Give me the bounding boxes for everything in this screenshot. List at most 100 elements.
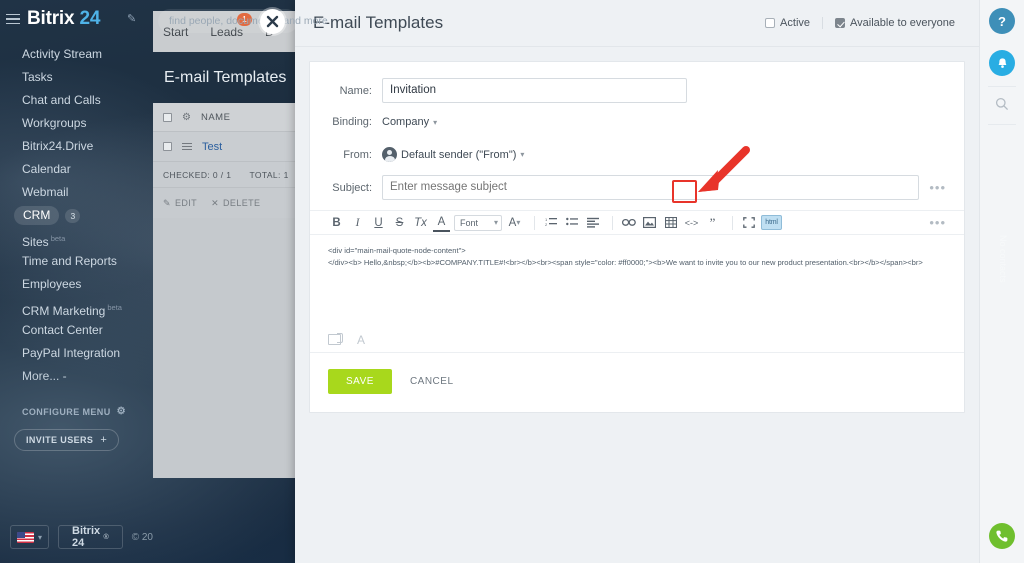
- text-color-button[interactable]: A: [433, 213, 450, 232]
- close-icon: [266, 15, 279, 28]
- divider: [612, 215, 613, 230]
- sidebar-item-label: CRM: [14, 206, 60, 225]
- unordered-list-icon[interactable]: [563, 213, 580, 232]
- link-icon[interactable]: [620, 213, 637, 232]
- language-selector[interactable]: ▾: [10, 525, 50, 549]
- form-buttons: SAVE CANCEL: [310, 353, 964, 394]
- sidebar-item-sites[interactable]: Sites beta: [0, 227, 153, 250]
- clear-format-button[interactable]: Tx: [412, 213, 429, 232]
- italic-button[interactable]: I: [349, 213, 366, 232]
- align-icon[interactable]: [584, 213, 601, 232]
- header-options: Active Available to everyone: [753, 17, 967, 29]
- row-checkbox[interactable]: [163, 142, 172, 151]
- sidebar-item-time-and-reports[interactable]: Time and Reports: [0, 250, 153, 273]
- grid-actions: ✎ EDIT ✕ DELETE: [153, 188, 303, 218]
- fullscreen-icon[interactable]: [740, 213, 757, 232]
- bold-button[interactable]: B: [328, 213, 345, 232]
- checkbox-box: [765, 18, 776, 28]
- name-input[interactable]: [382, 78, 687, 103]
- sidebar-item-label: PayPal Integration: [22, 346, 121, 360]
- font-family-label: Font: [460, 217, 479, 228]
- sidebar-item-label: Calendar: [22, 162, 71, 176]
- checkbox-box: [835, 18, 846, 28]
- toolbar-more-button[interactable]: •••: [929, 215, 946, 230]
- font-format-icon[interactable]: A: [357, 333, 365, 347]
- call-button[interactable]: [989, 523, 1015, 549]
- bitrix24-footer-button[interactable]: Bitrix 24 ®: [58, 525, 123, 549]
- sidebar-item-label: CRM Marketing: [22, 304, 106, 318]
- brand-row: Bitrix 24 ✎: [0, 0, 153, 38]
- font-family-select[interactable]: Font ▾: [454, 214, 502, 231]
- bell-icon: [989, 50, 1015, 76]
- row-name-link[interactable]: Test: [202, 141, 222, 153]
- sidebar-item-crm-marketing[interactable]: CRM Marketing beta: [0, 296, 153, 319]
- invite-users-button[interactable]: INVITE USERS +: [14, 429, 120, 451]
- sidebar-item-bitrix24-drive[interactable]: Bitrix24.Drive: [0, 135, 153, 158]
- help-icon: ?: [989, 8, 1015, 34]
- drag-handle-icon[interactable]: [182, 143, 192, 150]
- brand-name: Bitrix: [27, 8, 75, 29]
- table-icon[interactable]: [662, 213, 679, 232]
- configure-menu-button[interactable]: CONFIGURE MENU ⚙: [0, 406, 153, 417]
- plus-icon: +: [100, 434, 108, 446]
- binding-dropdown[interactable]: Company ▾: [382, 116, 437, 128]
- from-field-row: From: Default sender ("From") ▾: [310, 128, 964, 162]
- pencil-icon[interactable]: ✎: [127, 13, 139, 25]
- cancel-button[interactable]: CANCEL: [406, 369, 458, 394]
- name-label: Name:: [339, 84, 372, 97]
- sidebar-item-paypal-integration[interactable]: PayPal Integration: [0, 342, 153, 365]
- save-button[interactable]: SAVE: [328, 369, 392, 394]
- subject-more-button[interactable]: •••: [929, 180, 946, 195]
- sidebar-item-activity-stream[interactable]: Activity Stream: [0, 43, 153, 66]
- checked-count: CHECKED: 0 / 1: [163, 169, 232, 180]
- sidebar-item-chat-and-calls[interactable]: Chat and Calls: [0, 89, 153, 112]
- ordered-list-icon[interactable]: 12: [542, 213, 559, 232]
- available-to-everyone-checkbox[interactable]: Available to everyone: [822, 17, 967, 29]
- rail-search-button[interactable]: [980, 89, 1024, 122]
- html-source-button[interactable]: html: [761, 215, 782, 230]
- divider: [988, 86, 1016, 87]
- sidebar-item-calendar[interactable]: Calendar: [0, 158, 153, 181]
- sidebar-item-label: Time and Reports: [22, 254, 117, 268]
- hamburger-menu-icon[interactable]: [6, 13, 20, 25]
- from-dropdown[interactable]: Default sender ("From") ▾: [382, 147, 524, 162]
- image-icon[interactable]: [641, 213, 658, 232]
- notifications-button[interactable]: [980, 42, 1024, 84]
- sidebar-item-workgroups[interactable]: Workgroups: [0, 112, 153, 135]
- sidebar-item-employees[interactable]: Employees: [0, 273, 153, 296]
- sidebar-item-more[interactable]: More... -: [0, 365, 153, 388]
- attachment-icon[interactable]: [328, 333, 343, 345]
- sidebar-item-label: Bitrix24.Drive: [22, 139, 94, 153]
- table-row[interactable]: Test: [153, 132, 303, 162]
- gear-icon[interactable]: ⚙: [117, 406, 126, 417]
- edit-button[interactable]: ✎ EDIT: [163, 198, 197, 209]
- divider: [732, 215, 733, 230]
- subject-input[interactable]: [382, 175, 920, 200]
- strikethrough-button[interactable]: S: [391, 213, 408, 232]
- sidebar-item-crm[interactable]: CRM 3: [0, 204, 153, 227]
- delete-button[interactable]: ✕ DELETE: [211, 198, 260, 209]
- brand-logo[interactable]: Bitrix 24: [27, 8, 100, 30]
- close-overlay-button[interactable]: [260, 9, 285, 34]
- sidebar-item-tasks[interactable]: Tasks: [0, 66, 153, 89]
- underline-button[interactable]: U: [370, 213, 387, 232]
- chevron-down-icon: ▾: [433, 117, 438, 127]
- beta-tag: beta: [50, 234, 66, 243]
- font-size-label: A: [508, 216, 517, 229]
- sidebar-item-webmail[interactable]: Webmail: [0, 181, 153, 204]
- registered-icon: ®: [103, 533, 109, 541]
- select-all-checkbox[interactable]: [163, 112, 172, 122]
- sidebar-item-label: Tasks: [22, 70, 53, 84]
- gear-icon[interactable]: ⚙: [182, 112, 191, 123]
- help-button[interactable]: ?: [980, 0, 1024, 42]
- font-size-button[interactable]: A ▾: [506, 213, 523, 232]
- quote-icon[interactable]: ”: [704, 213, 721, 232]
- html-source-editor[interactable]: <div id="main-mail-quote-node-content"> …: [310, 235, 964, 327]
- active-checkbox[interactable]: Active: [753, 17, 822, 29]
- subject-field-row: Subject: •••: [310, 162, 964, 200]
- svg-text:2: 2: [545, 222, 548, 227]
- sidebar-item-contact-center[interactable]: Contact Center: [0, 319, 153, 342]
- code-icon[interactable]: <->: [683, 213, 700, 232]
- from-value: Default sender ("From"): [401, 148, 517, 161]
- sidebar-item-label: Workgroups: [22, 116, 87, 130]
